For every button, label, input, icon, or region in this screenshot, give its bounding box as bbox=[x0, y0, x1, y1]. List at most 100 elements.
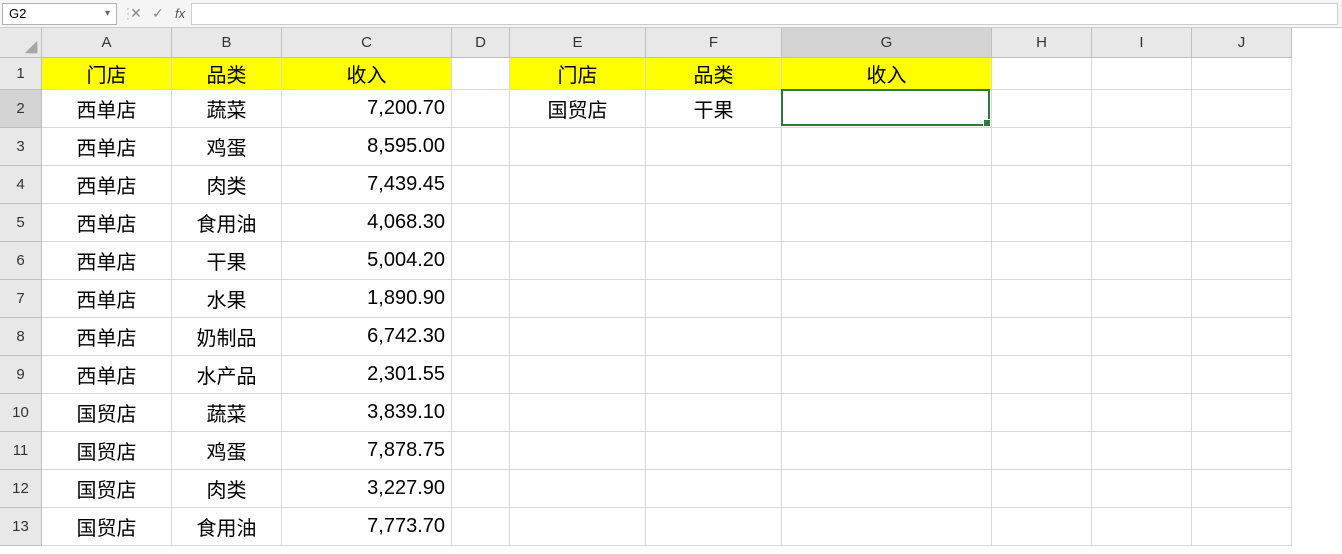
cell-A6[interactable]: 西单店 bbox=[42, 242, 172, 280]
cell-F5[interactable] bbox=[646, 204, 782, 242]
cell-A10[interactable]: 国贸店 bbox=[42, 394, 172, 432]
row-header-13[interactable]: 13 bbox=[0, 508, 42, 546]
row-header-5[interactable]: 5 bbox=[0, 204, 42, 242]
cell-A1[interactable]: 门店 bbox=[42, 58, 172, 90]
cell-G1[interactable]: 收入 bbox=[782, 58, 992, 90]
cell-J3[interactable] bbox=[1192, 128, 1292, 166]
cell-B6[interactable]: 干果 bbox=[172, 242, 282, 280]
cell-H13[interactable] bbox=[992, 508, 1092, 546]
cell-C8[interactable]: 6,742.30 bbox=[282, 318, 452, 356]
cell-A13[interactable]: 国贸店 bbox=[42, 508, 172, 546]
cell-D9[interactable] bbox=[452, 356, 510, 394]
cell-B2[interactable]: 蔬菜 bbox=[172, 90, 282, 128]
cell-I4[interactable] bbox=[1092, 166, 1192, 204]
cell-H1[interactable] bbox=[992, 58, 1092, 90]
cell-J9[interactable] bbox=[1192, 356, 1292, 394]
column-header-H[interactable]: H bbox=[992, 28, 1092, 58]
cell-J12[interactable] bbox=[1192, 470, 1292, 508]
cell-B12[interactable]: 肉类 bbox=[172, 470, 282, 508]
cell-B3[interactable]: 鸡蛋 bbox=[172, 128, 282, 166]
row-header-7[interactable]: 7 bbox=[0, 280, 42, 318]
cell-J6[interactable] bbox=[1192, 242, 1292, 280]
cell-G9[interactable] bbox=[782, 356, 992, 394]
cell-J4[interactable] bbox=[1192, 166, 1292, 204]
cell-E6[interactable] bbox=[510, 242, 646, 280]
cell-C13[interactable]: 7,773.70 bbox=[282, 508, 452, 546]
cell-F7[interactable] bbox=[646, 280, 782, 318]
confirm-button[interactable]: ✓ bbox=[147, 3, 169, 25]
cell-G10[interactable] bbox=[782, 394, 992, 432]
cell-F3[interactable] bbox=[646, 128, 782, 166]
cell-E4[interactable] bbox=[510, 166, 646, 204]
row-header-3[interactable]: 3 bbox=[0, 128, 42, 166]
cell-D8[interactable] bbox=[452, 318, 510, 356]
cell-A8[interactable]: 西单店 bbox=[42, 318, 172, 356]
cell-A12[interactable]: 国贸店 bbox=[42, 470, 172, 508]
cell-G7[interactable] bbox=[782, 280, 992, 318]
cell-I1[interactable] bbox=[1092, 58, 1192, 90]
cell-H6[interactable] bbox=[992, 242, 1092, 280]
cell-G4[interactable] bbox=[782, 166, 992, 204]
chevron-down-icon[interactable]: ▾ bbox=[105, 8, 110, 19]
cell-J5[interactable] bbox=[1192, 204, 1292, 242]
cell-H7[interactable] bbox=[992, 280, 1092, 318]
cell-E12[interactable] bbox=[510, 470, 646, 508]
cell-B7[interactable]: 水果 bbox=[172, 280, 282, 318]
select-all-corner[interactable] bbox=[0, 28, 42, 58]
column-header-B[interactable]: B bbox=[172, 28, 282, 58]
column-header-C[interactable]: C bbox=[282, 28, 452, 58]
cell-B4[interactable]: 肉类 bbox=[172, 166, 282, 204]
cell-C4[interactable]: 7,439.45 bbox=[282, 166, 452, 204]
column-header-E[interactable]: E bbox=[510, 28, 646, 58]
cell-F2[interactable]: 干果 bbox=[646, 90, 782, 128]
cell-J1[interactable] bbox=[1192, 58, 1292, 90]
cell-H4[interactable] bbox=[992, 166, 1092, 204]
cell-F1[interactable]: 品类 bbox=[646, 58, 782, 90]
cell-A2[interactable]: 西单店 bbox=[42, 90, 172, 128]
cell-H11[interactable] bbox=[992, 432, 1092, 470]
cell-D5[interactable] bbox=[452, 204, 510, 242]
cell-E5[interactable] bbox=[510, 204, 646, 242]
cell-D4[interactable] bbox=[452, 166, 510, 204]
cell-E10[interactable] bbox=[510, 394, 646, 432]
cell-I10[interactable] bbox=[1092, 394, 1192, 432]
row-header-12[interactable]: 12 bbox=[0, 470, 42, 508]
cell-F4[interactable] bbox=[646, 166, 782, 204]
row-header-6[interactable]: 6 bbox=[0, 242, 42, 280]
cell-B13[interactable]: 食用油 bbox=[172, 508, 282, 546]
cell-H5[interactable] bbox=[992, 204, 1092, 242]
cell-I3[interactable] bbox=[1092, 128, 1192, 166]
cell-E3[interactable] bbox=[510, 128, 646, 166]
cell-C10[interactable]: 3,839.10 bbox=[282, 394, 452, 432]
column-header-J[interactable]: J bbox=[1192, 28, 1292, 58]
cell-I11[interactable] bbox=[1092, 432, 1192, 470]
cell-A9[interactable]: 西单店 bbox=[42, 356, 172, 394]
cell-G12[interactable] bbox=[782, 470, 992, 508]
column-header-A[interactable]: A bbox=[42, 28, 172, 58]
cell-D3[interactable] bbox=[452, 128, 510, 166]
cell-A4[interactable]: 西单店 bbox=[42, 166, 172, 204]
cell-C7[interactable]: 1,890.90 bbox=[282, 280, 452, 318]
cell-D12[interactable] bbox=[452, 470, 510, 508]
cancel-button[interactable]: ✕ bbox=[125, 3, 147, 25]
cell-E1[interactable]: 门店 bbox=[510, 58, 646, 90]
cell-H2[interactable] bbox=[992, 90, 1092, 128]
cell-D1[interactable] bbox=[452, 58, 510, 90]
cell-H10[interactable] bbox=[992, 394, 1092, 432]
column-header-D[interactable]: D bbox=[452, 28, 510, 58]
cell-C12[interactable]: 3,227.90 bbox=[282, 470, 452, 508]
cell-E13[interactable] bbox=[510, 508, 646, 546]
row-header-2[interactable]: 2 bbox=[0, 90, 42, 128]
cell-I8[interactable] bbox=[1092, 318, 1192, 356]
cell-G13[interactable] bbox=[782, 508, 992, 546]
row-header-9[interactable]: 9 bbox=[0, 356, 42, 394]
cell-I5[interactable] bbox=[1092, 204, 1192, 242]
cell-F9[interactable] bbox=[646, 356, 782, 394]
cell-H9[interactable] bbox=[992, 356, 1092, 394]
cell-B8[interactable]: 奶制品 bbox=[172, 318, 282, 356]
row-header-8[interactable]: 8 bbox=[0, 318, 42, 356]
cell-H12[interactable] bbox=[992, 470, 1092, 508]
cell-B1[interactable]: 品类 bbox=[172, 58, 282, 90]
cell-J7[interactable] bbox=[1192, 280, 1292, 318]
cell-B11[interactable]: 鸡蛋 bbox=[172, 432, 282, 470]
